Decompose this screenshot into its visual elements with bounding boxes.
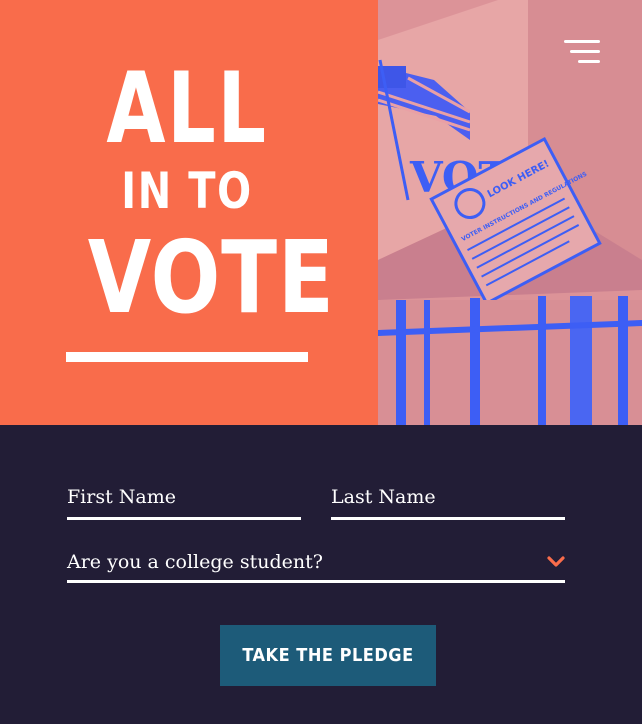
college-student-label: Are you a college student?	[67, 551, 323, 573]
last-name-input[interactable]	[331, 486, 565, 508]
first-name-field	[67, 486, 301, 520]
chevron-down-icon	[547, 556, 565, 567]
logo-line-in-to: IN TO	[121, 162, 253, 220]
voting-booth-illustration: VOTE LOOK HERE! VOTER INSTRUCTIONS AND R…	[378, 0, 642, 425]
logo-underline	[66, 352, 308, 362]
logo-line-all: ALL	[106, 52, 268, 166]
pledge-form: Are you a college student? TAKE THE PLED…	[0, 425, 642, 724]
logo-line-vote: VOTE	[87, 219, 335, 336]
hero-section: ALL IN TO VOTE VOTE LOOK HERE!	[0, 0, 642, 425]
all-in-to-vote-logo[interactable]: ALL IN TO VOTE	[66, 52, 335, 362]
college-student-select[interactable]: Are you a college student?	[67, 547, 565, 583]
voting-booth-photo: VOTE LOOK HERE! VOTER INSTRUCTIONS AND R…	[378, 0, 642, 425]
take-the-pledge-button[interactable]: TAKE THE PLEDGE	[220, 625, 436, 686]
first-name-input[interactable]	[67, 486, 301, 508]
last-name-field	[331, 486, 565, 520]
hamburger-menu-icon[interactable]	[562, 40, 600, 66]
logo-panel: ALL IN TO VOTE	[0, 0, 378, 425]
